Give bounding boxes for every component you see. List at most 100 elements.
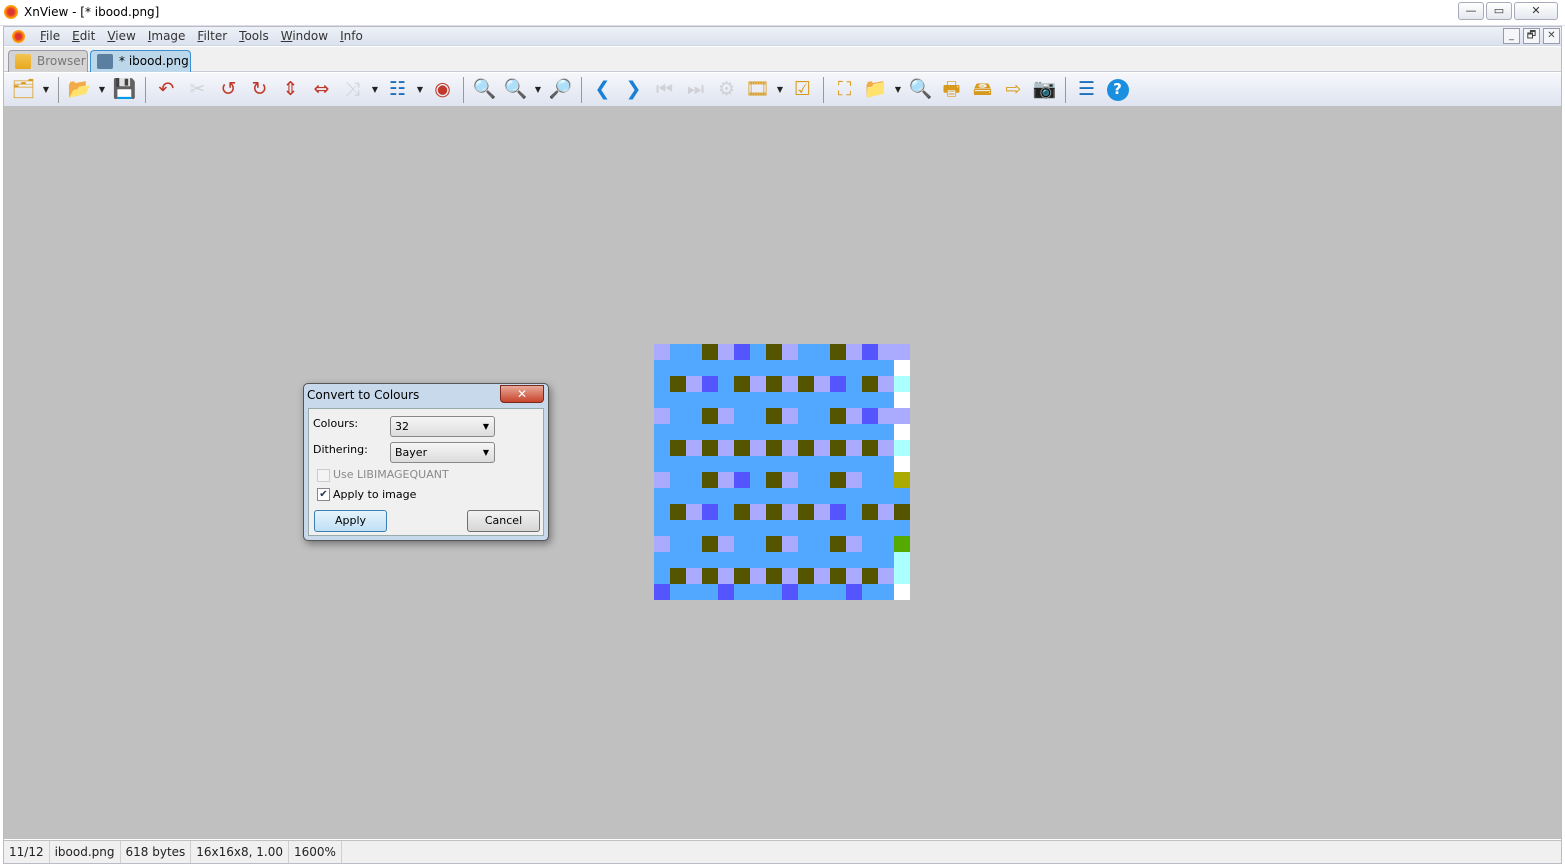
toolbar-separator [581, 76, 582, 103]
pixel [814, 440, 830, 456]
pixel [862, 456, 878, 472]
minimize-button[interactable]: — [1458, 2, 1484, 20]
menu-filter[interactable]: Filter [191, 29, 233, 43]
mdi-close-button[interactable]: ✕ [1543, 28, 1560, 44]
cancel-button[interactable]: Cancel [467, 510, 540, 532]
pixel [782, 456, 798, 472]
pixel [654, 568, 670, 584]
menu-tools[interactable]: Tools [233, 29, 275, 43]
flip-vertical-button[interactable]: ⇕ [275, 76, 306, 104]
print-button[interactable]: 🖶 [936, 76, 967, 104]
menu-info[interactable]: Info [334, 29, 369, 43]
browse-folders-button[interactable]: 🗂 [8, 76, 39, 104]
help-button[interactable]: ? [1102, 76, 1133, 104]
filmstrip-dropdown-arrow[interactable]: ▼ [773, 76, 787, 104]
open-with-dropdown-arrow[interactable]: ▼ [891, 76, 905, 104]
dithering-select[interactable]: Bayer ▼ [390, 442, 495, 463]
flip-horizontal-button[interactable]: ⇔ [306, 76, 337, 104]
pixel [782, 376, 798, 392]
tab-browser[interactable]: Browser [8, 50, 88, 72]
menu-edit[interactable]: Edit [66, 29, 101, 43]
pixel [782, 440, 798, 456]
pixel [702, 456, 718, 472]
pixel [686, 408, 702, 424]
red-eye-button[interactable]: ◉ [427, 76, 458, 104]
apply-to-image-checkbox[interactable]: ✔ [317, 488, 330, 501]
pixel [782, 520, 798, 536]
menu-window[interactable]: Window [275, 29, 334, 43]
browse-folders-dropdown-arrow[interactable]: ▼ [39, 76, 53, 104]
menu-view[interactable]: View [101, 29, 141, 43]
fullscreen-button[interactable]: ⛶ [829, 76, 860, 104]
transform-dropdown-arrow[interactable]: ▼ [368, 76, 382, 104]
status-dimensions: 16x16x8, 1.00 [191, 841, 290, 863]
zoom-out-button[interactable]: 🔍 [500, 76, 531, 104]
filmstrip-button[interactable]: 🎞 [742, 76, 773, 104]
capture-button[interactable]: 📷 [1029, 76, 1060, 104]
zoom-fit-button[interactable]: 🔎 [545, 76, 576, 104]
app-menu-icon[interactable] [12, 30, 25, 43]
open-dropdown-arrow[interactable]: ▼ [95, 76, 109, 104]
slideshow-button[interactable]: ⚙ [711, 76, 742, 104]
adjust-button[interactable]: ☷ [382, 76, 413, 104]
pixel [782, 568, 798, 584]
pixel [654, 424, 670, 440]
capture-icon: 📷 [1032, 78, 1057, 100]
cut-button[interactable]: ✂ [182, 76, 213, 104]
colours-select[interactable]: 32 ▼ [390, 416, 495, 437]
menu-image[interactable]: Image [142, 29, 192, 43]
previous-button[interactable]: ❮ [587, 76, 618, 104]
pixel [814, 584, 830, 600]
slideshow-icon: ⚙ [717, 78, 736, 100]
open-button[interactable]: 📂 [64, 76, 95, 104]
adjust-dropdown-arrow[interactable]: ▼ [413, 76, 427, 104]
pixel [798, 392, 814, 408]
maximize-button[interactable]: ▭ [1486, 2, 1512, 20]
convert-button[interactable]: ⇨ [998, 76, 1029, 104]
pixel [894, 440, 910, 456]
rotate-left-button[interactable]: ↺ [213, 76, 244, 104]
mdi-restore-button[interactable]: 🗗 [1523, 28, 1540, 44]
undo-button[interactable]: ↶ [151, 76, 182, 104]
close-button[interactable]: ✕ [1514, 2, 1558, 20]
rotate-right-button[interactable]: ↻ [244, 76, 275, 104]
transform-button[interactable]: ⤨ [337, 76, 368, 104]
pixel [894, 376, 910, 392]
tag-button[interactable]: ☑ [787, 76, 818, 104]
dialog-close-button[interactable]: ✕ [500, 385, 544, 403]
last-button[interactable]: ⏭ [680, 76, 711, 104]
pixel [718, 392, 734, 408]
pixel [878, 568, 894, 584]
zoom-in-button[interactable]: 🔍 [469, 76, 500, 104]
menu-file[interactable]: File [34, 29, 66, 43]
pixel [846, 440, 862, 456]
libimagequant-checkbox[interactable] [317, 469, 330, 482]
mdi-minimize-button[interactable]: _ [1503, 28, 1520, 44]
scan-button[interactable]: 🖴 [967, 76, 998, 104]
pixel [734, 504, 750, 520]
open-with-button[interactable]: 📁 [860, 76, 891, 104]
properties-button[interactable]: ☰ [1071, 76, 1102, 104]
pixel [766, 584, 782, 600]
pixel [702, 536, 718, 552]
flip-vertical-icon: ⇕ [282, 78, 299, 100]
flip-horizontal-icon: ⇔ [313, 78, 330, 100]
pixel [894, 536, 910, 552]
pixel [862, 568, 878, 584]
next-button[interactable]: ❯ [618, 76, 649, 104]
save-button[interactable]: 💾 [109, 76, 140, 104]
first-button[interactable]: ⏮ [649, 76, 680, 104]
apply-button[interactable]: Apply [314, 510, 387, 532]
zoom-out-dropdown-arrow[interactable]: ▼ [531, 76, 545, 104]
help-icon: ? [1106, 78, 1129, 101]
find-button[interactable]: 🔍 [905, 76, 936, 104]
image-viewer[interactable] [4, 106, 1561, 839]
pixel [878, 584, 894, 600]
pixel [766, 344, 782, 360]
pixel [814, 456, 830, 472]
pixel [686, 424, 702, 440]
pixel [750, 488, 766, 504]
tab-ibood-png[interactable]: * ibood.png [90, 50, 191, 72]
pixel [766, 440, 782, 456]
image-canvas [654, 344, 910, 600]
